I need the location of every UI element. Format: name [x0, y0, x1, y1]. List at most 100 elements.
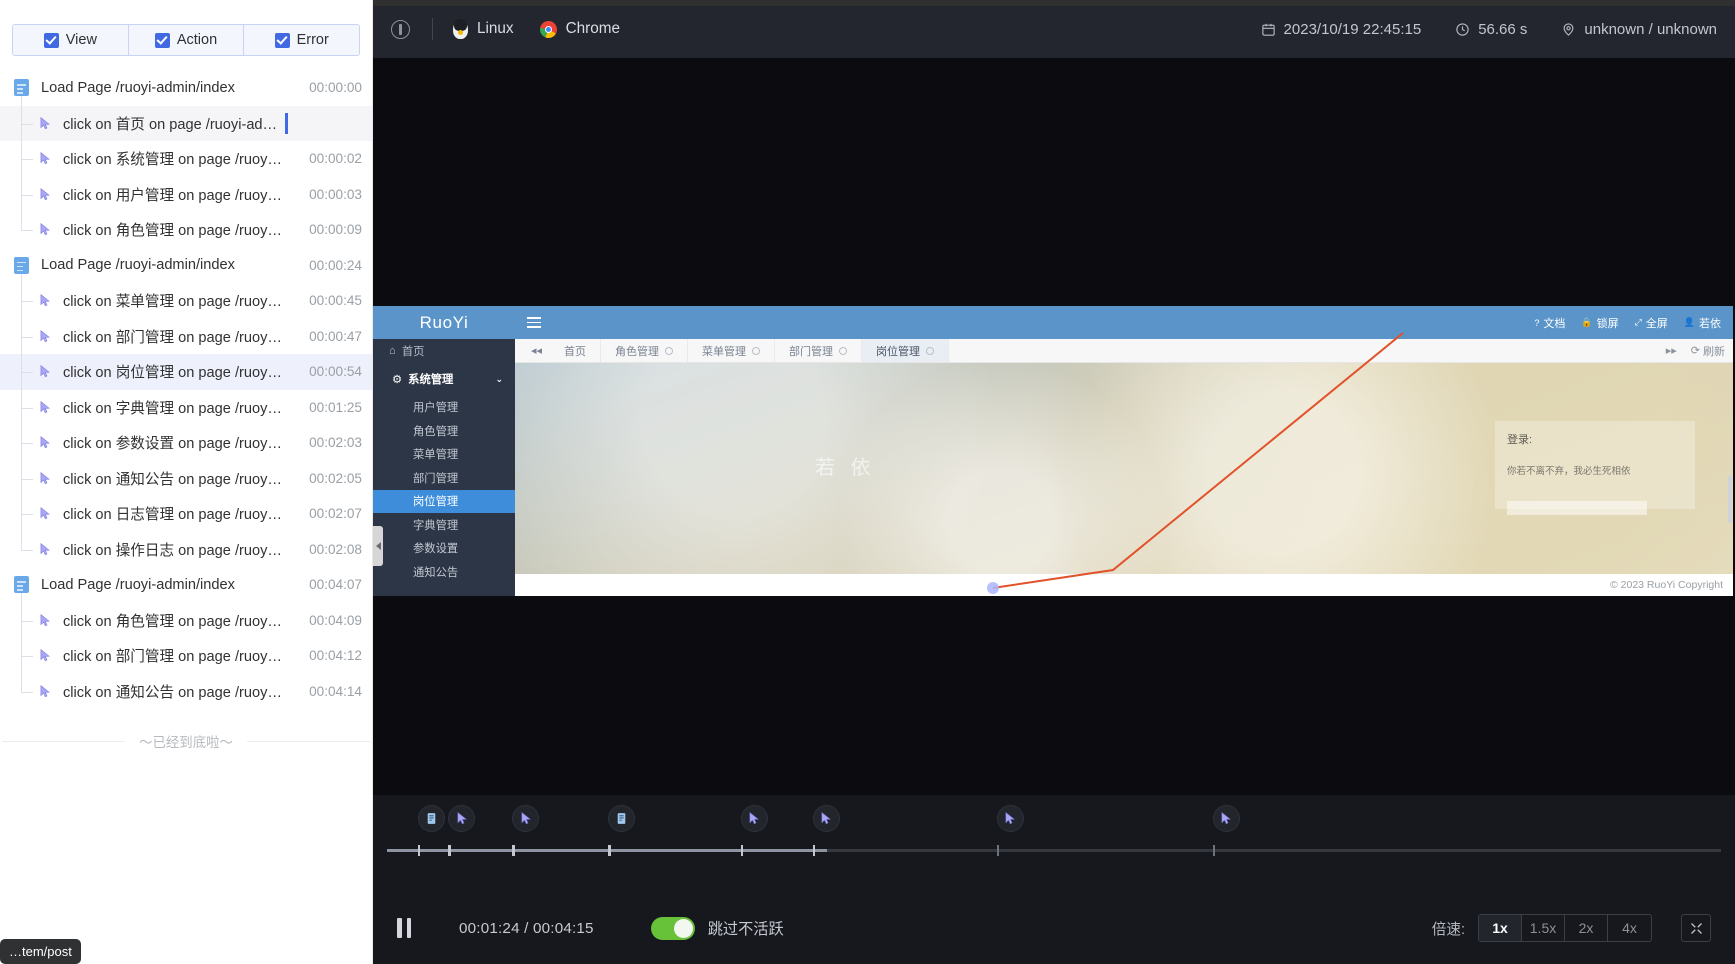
tree-item-row[interactable]: click on 角色管理 on page /ruoyi-admin/i… 00:… — [0, 212, 372, 248]
tree-item-row[interactable]: click on 系统管理 on page /ruoyi-admin/i… 00:… — [0, 141, 372, 177]
skip-inactive-toggle[interactable] — [650, 916, 695, 940]
tree-connector-tick — [21, 372, 33, 373]
tree-item-row[interactable]: click on 岗位管理 on page /ruoyi-admin/i… 00:… — [0, 354, 372, 390]
speed-button[interactable]: 1x — [1479, 915, 1522, 941]
tree-item-time: 00:00:54 — [309, 364, 362, 380]
checkbox-view-icon[interactable] — [43, 32, 59, 48]
cursor-icon — [40, 507, 50, 520]
tree-item-label: click on 部门管理 on page /ruoyi-admin/i… — [63, 649, 285, 666]
ruoyi-menu-item[interactable]: 用户管理 — [373, 396, 515, 420]
close-icon[interactable] — [839, 346, 848, 355]
close-icon[interactable] — [665, 346, 674, 355]
tabs-scroll-left-button[interactable]: ◂◂ — [523, 339, 550, 362]
ruoyi-menu-item[interactable]: 参数设置 — [373, 537, 515, 561]
speed-button[interactable]: 1.5x — [1522, 915, 1565, 941]
replayed-page: RuoYi ⌂ 首页 ⚙ 系统管理 ⌄ 用户管理 角色管理 菜单管理 部门管理 岗位管理… — [373, 306, 1733, 596]
ruoyi-menu-item[interactable]: 通知公告 — [373, 560, 515, 584]
ruoyi-header-action[interactable]: ⤢ 全屏 — [1635, 315, 1668, 331]
ruoyi-menu-item[interactable]: 部门管理 — [373, 466, 515, 490]
close-icon[interactable] — [752, 346, 761, 355]
skip-inactive-toggle-group: 跳过不活跃 — [650, 916, 784, 940]
filter-view[interactable]: View — [13, 25, 129, 55]
tree-item-row[interactable]: click on 参数设置 on page /ruoyi-admin/i… 00:… — [0, 425, 372, 461]
session-location: unknown / unknown — [1561, 21, 1717, 38]
tree-group-row[interactable]: Load Page /ruoyi-admin/index 00:00:00 — [0, 70, 372, 106]
tree-item-time: 00:02:07 — [309, 506, 362, 522]
document-icon — [14, 576, 29, 594]
tree-group-label: Load Page /ruoyi-admin/index — [41, 576, 235, 593]
tree-item-row[interactable]: click on 通知公告 on page /ruoyi-admin/i… 00:… — [0, 674, 372, 710]
pause-button[interactable] — [397, 918, 415, 938]
timeline-marker[interactable] — [1212, 805, 1240, 832]
fullscreen-button[interactable] — [1681, 914, 1711, 942]
checkbox-error-icon[interactable] — [274, 32, 290, 48]
timeline-marker[interactable] — [448, 805, 476, 832]
tree-connector-line — [21, 96, 22, 230]
filter-error[interactable]: Error — [244, 25, 359, 55]
tree-connector-tick — [21, 514, 33, 515]
tree-item-row[interactable]: click on 首页 on page /ruoyi-admin/index — [0, 105, 372, 141]
ruoyi-header-action[interactable]: 👤 若依 — [1684, 315, 1721, 331]
ruoyi-header-action[interactable]: 🔒 锁屏 — [1581, 315, 1618, 331]
session-duration: 56.66 s — [1455, 21, 1527, 38]
tree-item-row[interactable]: click on 菜单管理 on page /ruoyi-admin/i… 00:… — [0, 283, 372, 319]
ruoyi-tab[interactable]: 部门管理 — [775, 339, 863, 362]
login-card-title: 登录: — [1507, 434, 1533, 446]
tree-item-row[interactable]: click on 角色管理 on page /ruoyi-admin/i… 00:… — [0, 603, 372, 639]
ruoyi-menu-system[interactable]: ⚙ 系统管理 ⌄ — [373, 363, 515, 396]
cursor-icon — [521, 812, 531, 825]
chevron-right-icon[interactable]: ▸▸ — [1666, 344, 1677, 357]
ruoyi-tab[interactable]: 菜单管理 — [688, 339, 776, 362]
tree-item-row[interactable]: click on 字典管理 on page /ruoyi-admin/i… 00:… — [0, 390, 372, 426]
ruoyi-header-action-label: 文档 — [1543, 317, 1566, 330]
timeline-marker[interactable] — [812, 805, 840, 832]
tree-group-row[interactable]: Load Page /ruoyi-admin/index 00:04:07 — [0, 567, 372, 603]
tree-item-row[interactable]: click on 日志管理 on page /ruoyi-admin/i… 00:… — [0, 496, 372, 532]
cursor-icon — [821, 812, 831, 825]
timeline-marker[interactable] — [996, 805, 1024, 832]
timeline-marker[interactable] — [740, 805, 768, 832]
cursor-icon — [40, 294, 50, 307]
ruoyi-menu-home[interactable]: ⌂ 首页 — [373, 339, 515, 363]
calendar-icon — [1261, 23, 1275, 36]
tree-item-row[interactable]: click on 用户管理 on page /ruoyi-admin/i… 00:… — [0, 177, 372, 213]
tree-item-row[interactable]: click on 操作日志 on page /ruoyi-admin/i… 00:… — [0, 532, 372, 568]
login-card-input[interactable] — [1507, 501, 1647, 515]
tree-connector-line — [21, 274, 22, 550]
ruoyi-menu-item[interactable]: 菜单管理 — [373, 443, 515, 467]
tree-connector-tick — [21, 408, 33, 409]
ruoyi-menu-item-label: 菜单管理 — [413, 449, 459, 462]
ruoyi-menu-item[interactable]: 角色管理 — [373, 419, 515, 443]
tree-item-row[interactable]: click on 通知公告 on page /ruoyi-admin/i… 00:… — [0, 461, 372, 497]
ruoyi-menu-item[interactable]: 岗位管理 — [373, 489, 515, 513]
info-icon[interactable] — [391, 19, 410, 39]
refresh-button[interactable]: ⟳ 刷新 — [1691, 343, 1725, 359]
filter-action[interactable]: Action — [128, 25, 245, 55]
collapse-panel-handle[interactable] — [373, 526, 383, 566]
ruoyi-menu-item[interactable]: 字典管理 — [373, 513, 515, 537]
close-icon[interactable] — [926, 346, 935, 355]
speed-buttons: 1x 1.5x 2x 4x — [1478, 914, 1652, 942]
checkbox-action-icon[interactable] — [154, 32, 170, 48]
ruoyi-header-action-label: 全屏 — [1645, 317, 1668, 330]
speed-button[interactable]: 2x — [1565, 915, 1608, 941]
ruoyi-tab[interactable]: 首页 — [550, 339, 602, 362]
ruoyi-tab[interactable]: 角色管理 — [601, 339, 689, 362]
timeline-marker[interactable] — [417, 805, 445, 832]
tree-item-label: click on 通知公告 on page /ruoyi-admin/i… — [63, 471, 285, 488]
ruoyi-header-action[interactable]: ? 文档 — [1534, 315, 1565, 331]
linux-icon — [453, 18, 468, 39]
tree-item-row[interactable]: click on 部门管理 on page /ruoyi-admin/i… 00:… — [0, 638, 372, 674]
player-controls: 00:01:24 / 00:04:15 跳过不活跃 倍速: 1x 1.5x 2x 4x — [373, 795, 1735, 964]
tree-group-time: 00:00:24 — [309, 257, 362, 273]
timeline-marker[interactable] — [512, 805, 540, 832]
hamburger-icon[interactable] — [527, 317, 541, 328]
page-scrollbar[interactable] — [1728, 475, 1732, 523]
ruoyi-tab[interactable]: 岗位管理 — [862, 339, 950, 362]
tree-group-row[interactable]: Load Page /ruoyi-admin/index 00:00:24 — [0, 248, 372, 284]
ruoyi-footer: © 2023 RuoYi Copyright — [515, 574, 1733, 596]
speed-button[interactable]: 4x — [1608, 915, 1651, 941]
timeline-marker[interactable] — [608, 805, 636, 832]
timeline-scrubber[interactable] — [387, 845, 1721, 856]
tree-item-row[interactable]: click on 部门管理 on page /ruoyi-admin/i… 00:… — [0, 319, 372, 355]
